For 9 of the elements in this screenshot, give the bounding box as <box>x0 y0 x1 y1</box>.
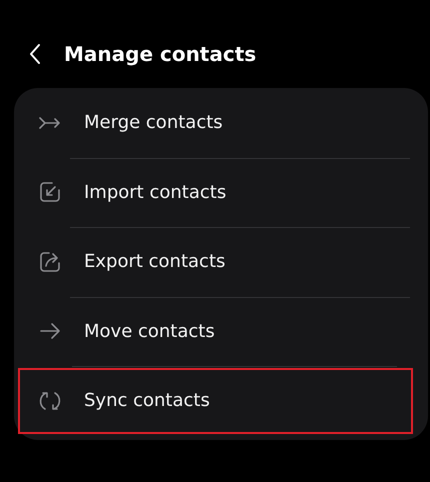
back-icon <box>28 43 42 65</box>
menu-item[interactable]: Export contacts <box>14 227 428 296</box>
page-title: Manage contacts <box>64 42 256 66</box>
import-icon <box>38 180 62 204</box>
menu-item[interactable]: Sync contacts <box>16 366 415 436</box>
menu-item[interactable]: Import contacts <box>14 158 428 227</box>
export-icon <box>38 250 62 274</box>
menu-item[interactable]: Move contacts <box>14 296 428 366</box>
menu-item[interactable]: Merge contacts <box>14 88 428 158</box>
